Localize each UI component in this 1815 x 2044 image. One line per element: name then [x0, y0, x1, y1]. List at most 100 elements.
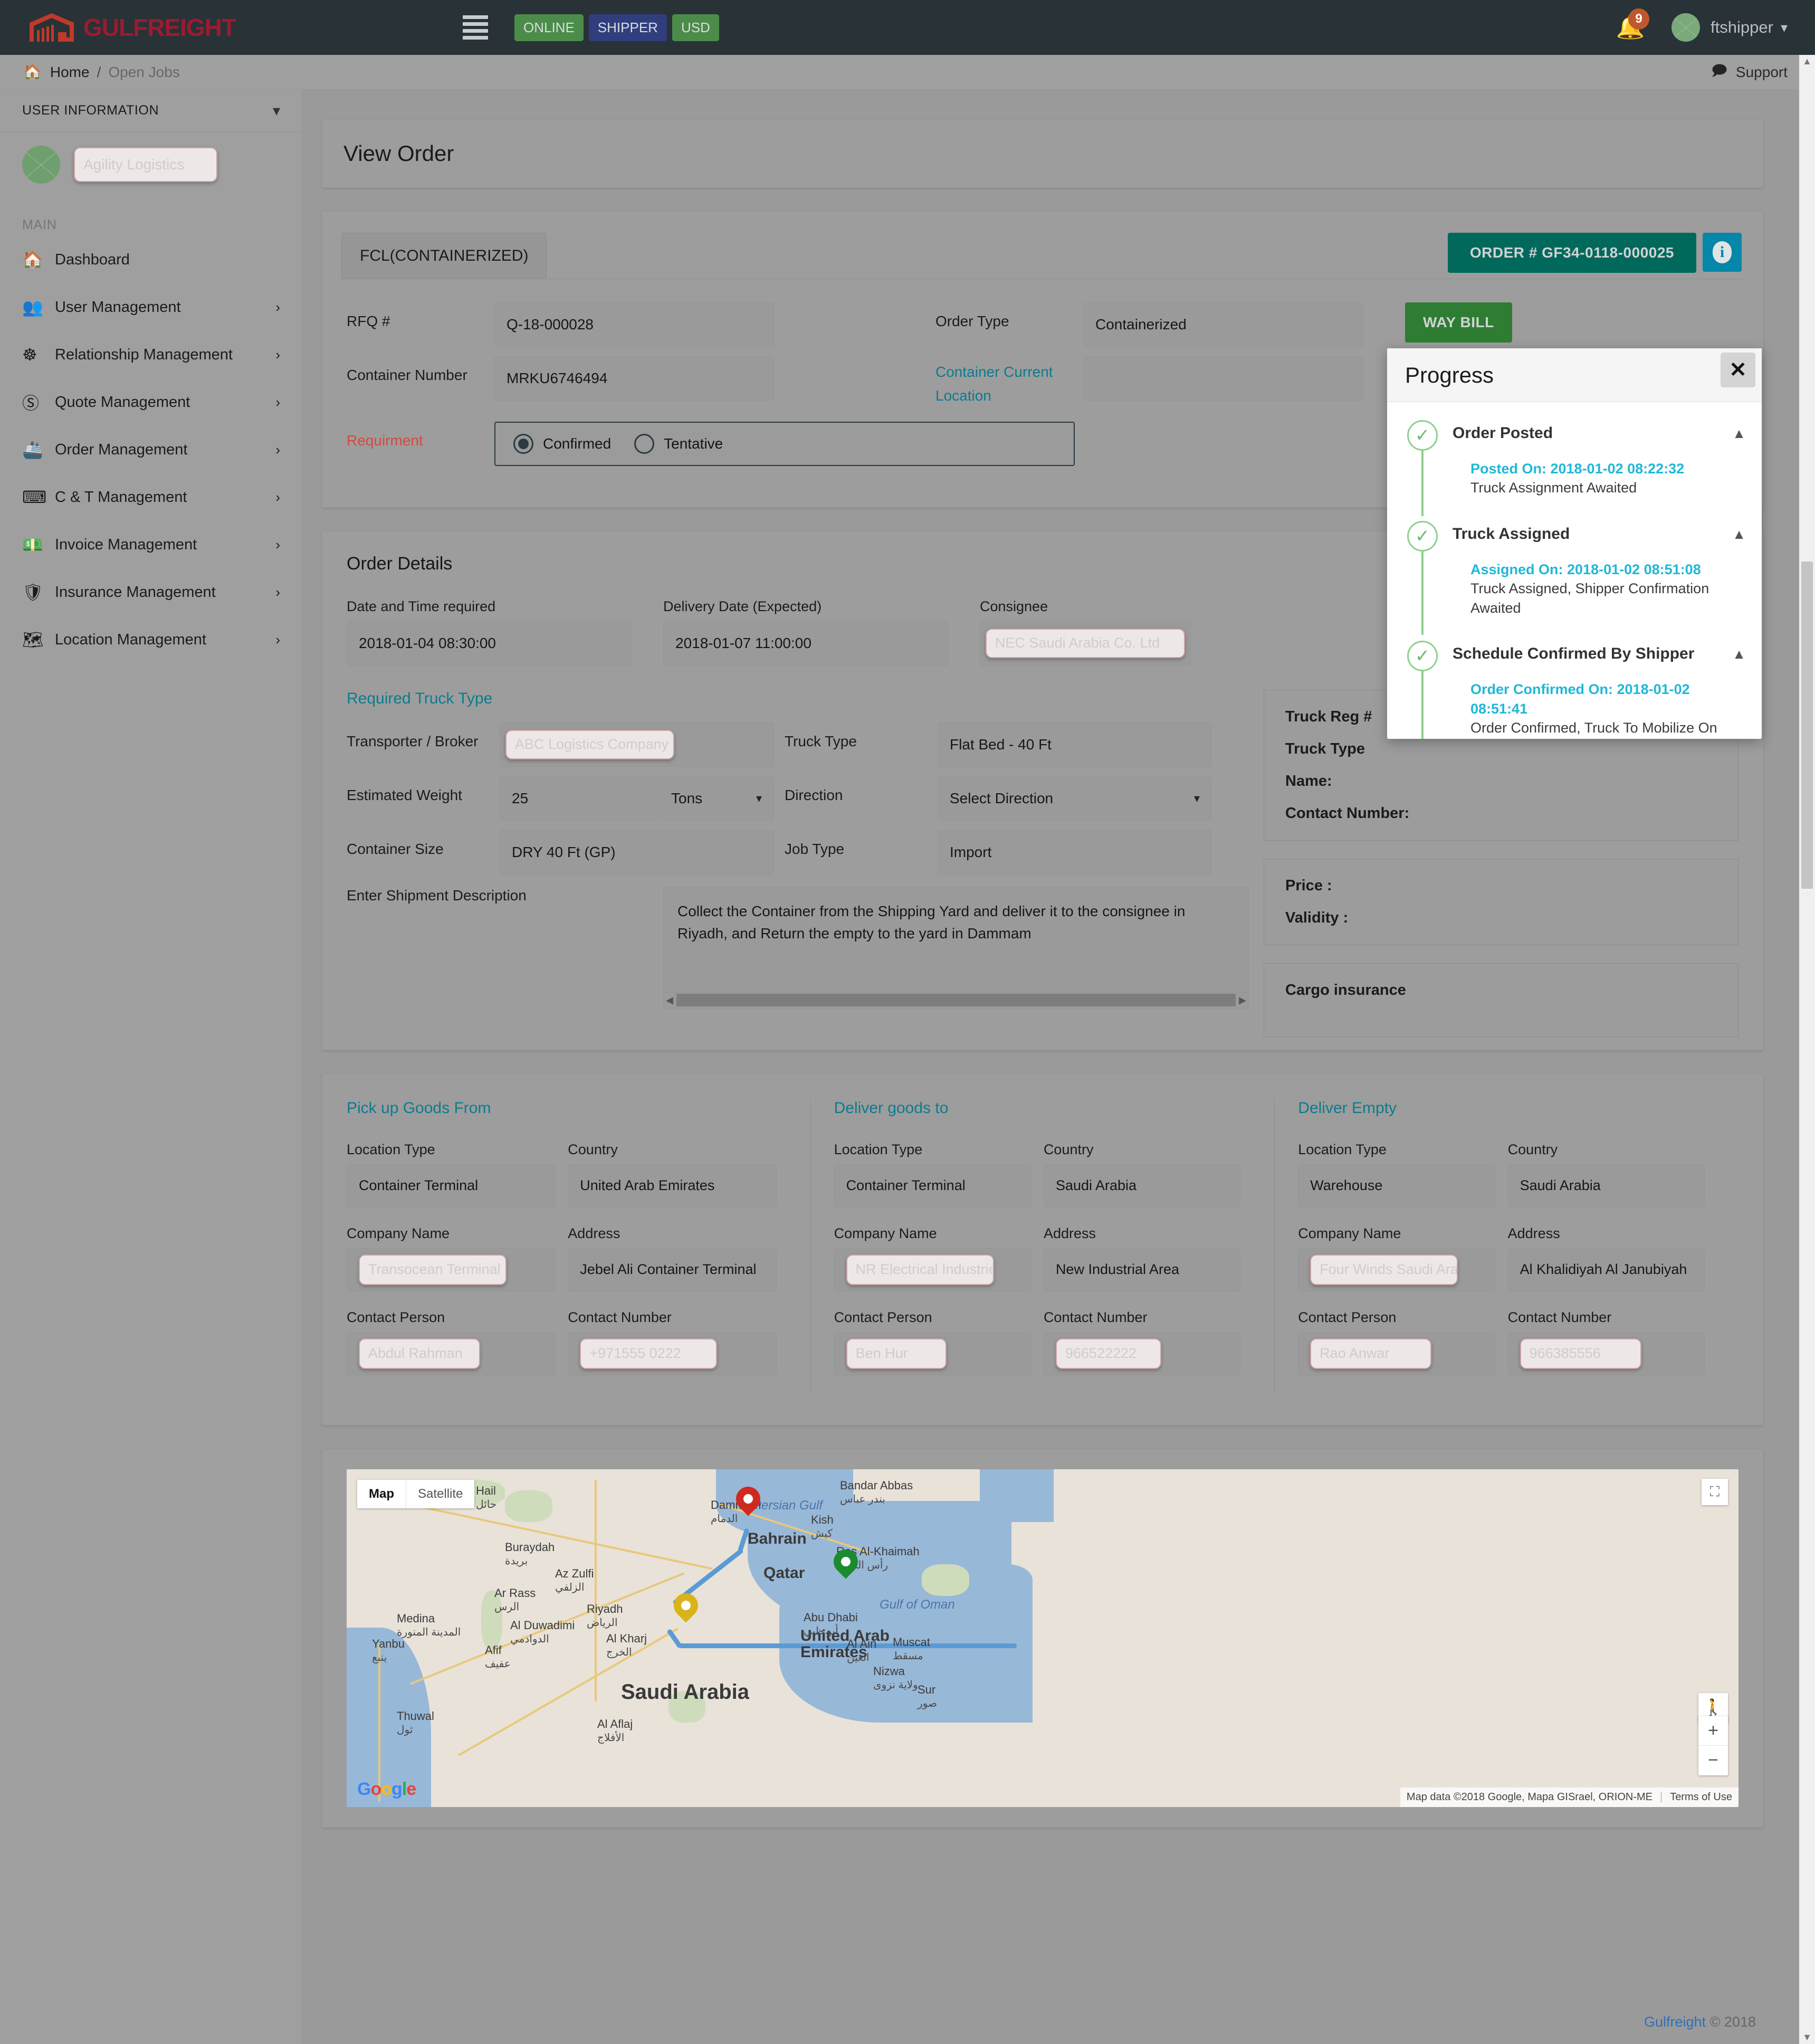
truck-info-panels: Truck Reg # Truck Type Name: Contact Num…	[1264, 690, 1738, 1055]
sidebar-item-invoice-management[interactable]: 💵 Invoice Management ›	[0, 521, 302, 568]
country-value[interactable]: United Arab Emirates	[568, 1164, 776, 1208]
order-type-value[interactable]: Containerized	[1083, 302, 1363, 347]
city-name-en: Thuwal	[397, 1709, 434, 1723]
close-icon[interactable]: ✕	[1721, 353, 1755, 387]
pickup-pin[interactable]	[834, 1549, 858, 1582]
waybill-button[interactable]: WAY BILL	[1405, 302, 1512, 343]
scroll-left-icon[interactable]: ◀	[664, 995, 675, 1006]
container-size-value[interactable]: DRY 40 Ft (GP)	[500, 830, 774, 874]
contact-number-value[interactable]: 966385556	[1508, 1332, 1705, 1375]
location-type-value[interactable]: Warehouse	[1298, 1164, 1495, 1208]
progress-step-truck-assigned[interactable]: ✓ Truck Assigned ▲ Assigned On: 2018-01-…	[1387, 521, 1762, 617]
job-type-value[interactable]: Import	[938, 830, 1212, 874]
footer-brand-link[interactable]: Gulfreight	[1644, 2014, 1706, 2030]
weight-unit-select[interactable]: Tons ▾	[659, 776, 774, 821]
status-badge-currency[interactable]: USD	[672, 14, 719, 41]
truck-type-value[interactable]: Flat Bed - 40 Ft	[938, 722, 1212, 767]
support-link[interactable]: 🗩 Support	[1711, 60, 1788, 85]
contact-number-value[interactable]: +971555 0222	[568, 1332, 776, 1375]
consignee-field[interactable]: NEC Saudi Arabia Co. Ltd	[980, 621, 1191, 666]
description-horizontal-scrollbar[interactable]: ◀ ▶	[663, 993, 1249, 1009]
location-type-value[interactable]: Container Terminal	[347, 1164, 555, 1208]
address-value[interactable]: Jebel Ali Container Terminal	[568, 1248, 776, 1291]
company-name-value[interactable]: Four Winds Saudi Arabia	[1298, 1248, 1495, 1291]
city-name-ar: الخرج	[606, 1646, 647, 1659]
container-current-location-value[interactable]	[1083, 356, 1363, 401]
requirement-radio-group[interactable]: Confirmed Tentative	[494, 422, 1075, 466]
page-scrollbar[interactable]: ▲ ▼	[1799, 55, 1815, 2044]
sidebar-item-quote-management[interactable]: Ⓢ Quote Management ›	[0, 378, 302, 426]
progress-step-order-posted[interactable]: ✓ Order Posted ▲ Posted On: 2018-01-02 0…	[1387, 420, 1762, 498]
notifications-button[interactable]: 🔔 9	[1613, 11, 1647, 44]
gulfreight-logo-icon	[27, 11, 76, 44]
map-terms-link[interactable]: Terms of Use	[1670, 1791, 1732, 1803]
chevron-down-icon[interactable]: ▾	[273, 102, 280, 119]
contact-person-redacted: Ben Hur	[846, 1338, 947, 1369]
sidebar-item-dashboard[interactable]: 🏠 Dashboard	[0, 236, 302, 283]
sidebar-item-relationship-management[interactable]: ☸ Relationship Management ›	[0, 331, 302, 378]
city-buraydah: Buraydahبريدة	[505, 1541, 555, 1567]
estimated-weight-value[interactable]: 25	[500, 776, 658, 821]
contact-number-value[interactable]: 966522222	[1044, 1332, 1240, 1375]
route-map[interactable]: Persian Gulf Gulf of Oman Saudi Arabia B…	[347, 1469, 1738, 1807]
shipment-description-textarea[interactable]: Collect the Container from the Shipping …	[663, 887, 1249, 993]
scroll-up-icon[interactable]: ▲	[1799, 56, 1815, 67]
country-value[interactable]: Saudi Arabia	[1508, 1164, 1705, 1208]
progress-step-schedule-confirmed[interactable]: ✓ Schedule Confirmed By Shipper ▲ Order …	[1387, 641, 1762, 739]
contact-person-value[interactable]: Abdul Rahman	[347, 1332, 555, 1375]
user-information-title: USER INFORMATION	[22, 103, 159, 118]
location-type-value[interactable]: Container Terminal	[834, 1164, 1031, 1208]
address-value[interactable]: Al Khalidiyah Al Janubiyah	[1508, 1248, 1705, 1291]
sidebar-item-insurance-management[interactable]: 🛡 Insurance Management ›	[0, 568, 302, 616]
breadcrumb-home-link[interactable]: Home	[50, 64, 90, 81]
delivery-date-value[interactable]: 2018-01-07 11:00:00	[663, 621, 948, 666]
radio-confirmed[interactable]: Confirmed	[513, 434, 611, 454]
rfq-value[interactable]: Q-18-000028	[494, 302, 774, 347]
scrollbar-thumb[interactable]	[1801, 562, 1813, 889]
radio-tentative[interactable]: Tentative	[634, 434, 723, 454]
transporter-field[interactable]: ABC Logistics Company	[500, 722, 774, 767]
fullscreen-icon[interactable]: ⛶	[1702, 1479, 1728, 1505]
address-value[interactable]: New Industrial Area	[1044, 1248, 1240, 1291]
sidebar-item-location-management[interactable]: 🗺 Location Management ›	[0, 616, 302, 663]
status-badge-role[interactable]: SHIPPER	[589, 14, 667, 41]
chevron-up-icon[interactable]: ▲	[1732, 420, 1746, 442]
direction-select[interactable]: Select Direction ▾	[938, 776, 1212, 821]
tab-fcl-containerized[interactable]: FCL(CONTAINERIZED)	[341, 233, 547, 279]
sidebar-item-order-management[interactable]: 🚢 Order Management ›	[0, 426, 302, 473]
brand[interactable]: GULFREIGHT	[27, 11, 236, 44]
scroll-down-icon[interactable]: ▼	[1799, 2032, 1815, 2043]
status-badge-online[interactable]: ONLINE	[514, 14, 584, 41]
scroll-right-icon[interactable]: ▶	[1237, 995, 1248, 1006]
dropoff-pin[interactable]	[674, 1593, 698, 1626]
sidebar-item-user-management[interactable]: 👥 User Management ›	[0, 283, 302, 331]
container-number-value[interactable]: MRKU6746494	[494, 356, 774, 401]
contact-person-value[interactable]: Rao Anwar	[1298, 1332, 1495, 1375]
avatar[interactable]	[1671, 13, 1700, 42]
terminal-icon: ⌨	[22, 487, 50, 507]
contact-person-value[interactable]: Ben Hur	[834, 1332, 1031, 1375]
map-type-button-satellite[interactable]: Satellite	[406, 1480, 474, 1508]
zoom-out-button[interactable]: −	[1698, 1746, 1728, 1775]
scrollbar-thumb[interactable]	[676, 994, 1236, 1006]
city-name-ar: الأفلاج	[597, 1731, 633, 1744]
map-type-button-map[interactable]: Map	[357, 1480, 406, 1508]
country-value[interactable]: Saudi Arabia	[1044, 1164, 1240, 1208]
order-number-button[interactable]: ORDER # GF34-0118-000025	[1448, 233, 1696, 273]
zoom-in-button[interactable]: +	[1698, 1716, 1728, 1746]
sidebar-user-information-header[interactable]: USER INFORMATION ▾	[0, 90, 302, 132]
chevron-up-icon[interactable]: ▲	[1732, 521, 1746, 543]
menu-toggle-icon[interactable]	[463, 12, 488, 43]
order-info-button[interactable]: i	[1703, 233, 1742, 272]
contact-person-redacted: Abdul Rahman	[359, 1338, 480, 1369]
avatar[interactable]	[22, 146, 60, 184]
country-field: Country Saudi Arabia	[1508, 1142, 1717, 1208]
date-time-required-value[interactable]: 2018-01-04 08:30:00	[347, 621, 632, 666]
chevron-up-icon[interactable]: ▲	[1732, 641, 1746, 662]
empty-return-pin[interactable]	[736, 1487, 760, 1519]
city-al-ain: Al Ainالعين	[847, 1637, 876, 1664]
company-name-value[interactable]: Transocean Terminal	[347, 1248, 555, 1291]
sidebar-item-ct-management[interactable]: ⌨ C & T Management ›	[0, 473, 302, 521]
company-name-value[interactable]: NR Electrical Industries Ltd	[834, 1248, 1031, 1291]
chevron-down-icon[interactable]: ▾	[1781, 20, 1788, 36]
